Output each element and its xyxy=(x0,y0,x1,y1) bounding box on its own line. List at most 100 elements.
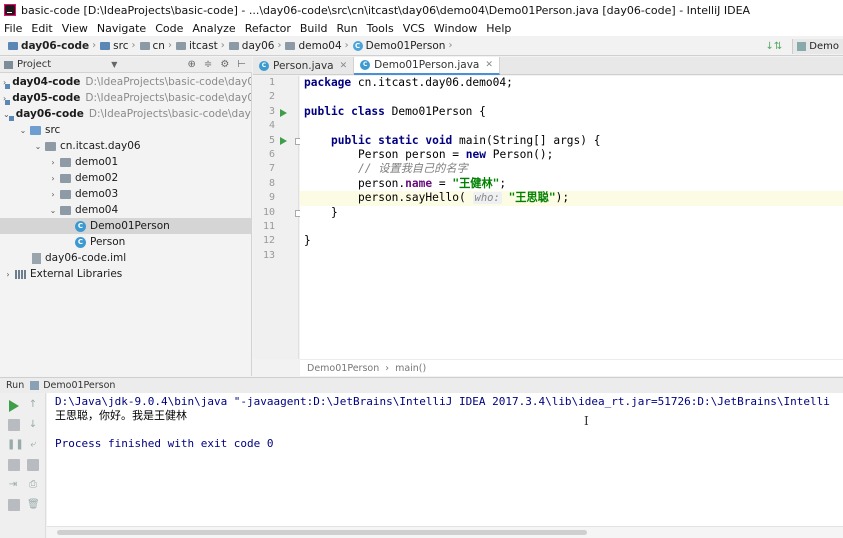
tree-item-src[interactable]: ⌄ src xyxy=(0,122,251,138)
menu-code[interactable]: Code xyxy=(155,22,183,35)
breadcrumb-class[interactable]: Demo01Person xyxy=(366,40,446,52)
menu-edit[interactable]: Edit xyxy=(31,22,52,35)
menu-navigate[interactable]: Navigate xyxy=(97,22,146,35)
tree-item-day06-code[interactable]: ⌄ day06-code D:\IdeaProjects\basic-code\… xyxy=(0,106,251,122)
run-config-tab[interactable]: Demo01Person xyxy=(43,380,115,391)
tree-item-day05-code[interactable]: › day05-code D:\IdeaProjects\basic-code\… xyxy=(0,90,251,106)
stop-icon[interactable] xyxy=(8,419,20,431)
breadcrumb-itcast[interactable]: itcast xyxy=(189,40,218,52)
chevron-down-icon[interactable]: ⌄ xyxy=(33,142,43,151)
code-editor[interactable]: package cn.itcast.day06.demo04; public c… xyxy=(300,76,843,359)
menu-file[interactable]: File xyxy=(4,22,22,35)
arrow-down-icon[interactable]: ↓ xyxy=(27,419,39,431)
menu-window[interactable]: Window xyxy=(434,22,477,35)
console-horizontal-scrollbar[interactable] xyxy=(47,526,843,538)
chevron-right-icon[interactable]: › xyxy=(48,158,58,167)
tree-item-day04-code[interactable]: › day04-code D:\IdeaProjects\basic-code\… xyxy=(0,74,251,90)
tree-item-package[interactable]: ⌄ cn.itcast.day06 xyxy=(0,138,251,154)
package-folder-icon xyxy=(139,41,150,50)
project-tree: › day04-code D:\IdeaProjects\basic-code\… xyxy=(0,73,252,376)
tree-item-path: D:\IdeaProjects\basic-code\day04-code xyxy=(85,76,251,88)
parameter-hint: who: xyxy=(472,192,502,205)
package-folder-icon xyxy=(175,41,186,50)
menu-run[interactable]: Run xyxy=(337,22,358,35)
breadcrumb: day06-code › src › cn › itcast › day06 › demo… xyxy=(8,40,456,52)
chevron-right-icon[interactable]: › xyxy=(3,270,13,279)
breadcrumb-demo04[interactable]: demo04 xyxy=(298,40,341,52)
tree-item-demo01person[interactable]: C Demo01Person xyxy=(0,218,251,234)
chevron-right-icon: › xyxy=(131,40,136,51)
line-number: 13 xyxy=(262,249,275,261)
scrollbar-thumb[interactable] xyxy=(57,530,587,535)
menu-vcs[interactable]: VCS xyxy=(403,22,425,35)
code-line: } xyxy=(331,205,338,219)
run-class-icon[interactable] xyxy=(280,108,287,117)
hide-icon[interactable]: ⊢ xyxy=(237,59,246,70)
package-icon xyxy=(45,141,56,151)
chevron-down-icon[interactable]: ⌄ xyxy=(48,206,58,215)
tab-demo01person-java[interactable]: C Demo01Person.java ✕ xyxy=(354,57,500,75)
collapse-icon[interactable]: ≑ xyxy=(204,59,212,70)
soft-wrap-icon[interactable]: ⤶ xyxy=(27,439,39,451)
package-folder-icon xyxy=(228,41,239,50)
chevron-down-icon[interactable]: ⌄ xyxy=(18,126,28,135)
line-number: 3 xyxy=(268,105,275,117)
tab-person-java[interactable]: C Person.java ✕ xyxy=(253,57,355,75)
console-line: Process finished with exit code 0 xyxy=(55,437,274,450)
close-icon[interactable]: ✕ xyxy=(485,60,493,70)
console-output[interactable]: D:\Java\jdk-9.0.4\bin\java "-javaagent:D… xyxy=(47,393,843,526)
menu-tools[interactable]: Tools xyxy=(367,22,394,35)
line-number: 4 xyxy=(268,120,275,132)
breadcrumb-module[interactable]: day06-code xyxy=(21,40,89,52)
scroll-to-end-icon[interactable] xyxy=(27,459,39,471)
tree-item-demo04[interactable]: ⌄ demo04 xyxy=(0,202,251,218)
menu-build[interactable]: Build xyxy=(300,22,328,35)
rerun-icon[interactable] xyxy=(9,400,19,412)
pause-icon[interactable]: ❚❚ xyxy=(7,439,24,451)
tree-item-iml[interactable]: day06-code.iml xyxy=(0,250,251,266)
trash-icon[interactable]: 🗑 xyxy=(27,499,40,511)
gear-icon[interactable]: ⚙ xyxy=(220,59,229,70)
dropdown-arrow-icon[interactable]: ▼ xyxy=(111,60,117,69)
layout-icon[interactable] xyxy=(8,499,20,511)
menu-analyze[interactable]: Analyze xyxy=(192,22,235,35)
run-config-selector[interactable]: Demo xyxy=(792,38,843,54)
chevron-right-icon[interactable]: › xyxy=(48,190,58,199)
code-line: person.name = "王健林"; xyxy=(358,176,507,190)
print-icon[interactable]: ⎙ xyxy=(27,479,39,491)
menu-bar: File Edit View Navigate Code Analyze Ref… xyxy=(0,20,843,36)
editor-breadcrumb: Demo01Person › main() xyxy=(300,359,843,376)
line-number: 9 xyxy=(268,192,275,204)
package-icon xyxy=(60,189,71,199)
breadcrumb-cn[interactable]: cn xyxy=(153,40,165,52)
tree-item-label: src xyxy=(45,124,61,136)
tree-item-external-libraries[interactable]: › External Libraries xyxy=(0,266,251,282)
menu-refactor[interactable]: Refactor xyxy=(245,22,291,35)
breadcrumb-day06[interactable]: day06 xyxy=(242,40,275,52)
breadcrumb-src[interactable]: src xyxy=(113,40,128,52)
module-folder-icon xyxy=(8,41,18,50)
line-number: 11 xyxy=(262,221,275,232)
close-icon[interactable]: ✕ xyxy=(340,61,348,71)
exit-icon[interactable]: ⇥ xyxy=(7,479,19,491)
chevron-right-icon[interactable]: › xyxy=(48,174,58,183)
sort-icon[interactable]: ↓⇅ xyxy=(766,41,783,52)
menu-view[interactable]: View xyxy=(62,22,88,35)
target-icon[interactable]: ⊕ xyxy=(188,59,196,70)
tree-item-demo03[interactable]: › demo03 xyxy=(0,186,251,202)
code-line: // 设置我自己的名字 xyxy=(358,162,468,176)
project-panel-title[interactable]: Project xyxy=(17,59,51,70)
tree-item-label: Demo01Person xyxy=(90,220,170,232)
tree-item-person[interactable]: C Person xyxy=(0,234,251,250)
dump-threads-icon[interactable] xyxy=(8,459,20,471)
menu-help[interactable]: Help xyxy=(486,22,511,35)
arrow-up-icon[interactable]: ↑ xyxy=(27,399,39,411)
crumb-method[interactable]: main() xyxy=(395,363,426,374)
tree-item-demo01[interactable]: › demo01 xyxy=(0,154,251,170)
run-main-icon[interactable] xyxy=(280,137,287,146)
code-line-current: person.sayHello( who: "王思聪"); xyxy=(300,191,843,206)
tree-item-label: demo03 xyxy=(75,188,119,200)
tree-item-demo02[interactable]: › demo02 xyxy=(0,170,251,186)
run-panel-label[interactable]: Run xyxy=(6,380,24,391)
crumb-class[interactable]: Demo01Person xyxy=(307,363,379,374)
